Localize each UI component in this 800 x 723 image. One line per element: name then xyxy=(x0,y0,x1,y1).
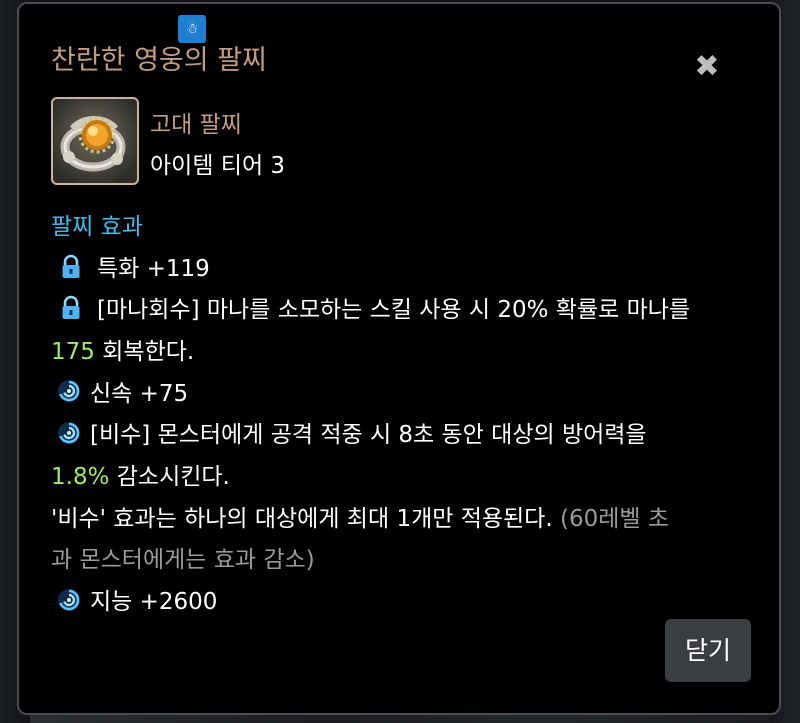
effect-line: 신속 +75 xyxy=(90,374,188,408)
item-title: 찬란한 영웅의 팔찌 xyxy=(51,45,267,76)
swirl-icon xyxy=(56,587,82,613)
effect-text: '비수' 효과는 하나의 대상에게 최대 1개만 적용된다. xyxy=(51,506,560,532)
effect-value: 175 xyxy=(51,339,95,365)
effect-text: 회복한다. xyxy=(94,339,195,365)
effect-line: 지능 +2600 xyxy=(90,582,217,616)
close-icon[interactable]: ✖ xyxy=(693,52,721,82)
effect-text: 신속 +75 xyxy=(90,381,189,407)
effect-text: [비수] 몬스터에게 공격 적중 시 8초 동안 대상의 방어력을 xyxy=(90,422,647,448)
effect-text: 지능 +2600 xyxy=(90,589,218,615)
effect-text: 감소시킨다. xyxy=(109,464,230,490)
effect-line: 과 몬스터에게는 효과 감소) xyxy=(51,540,315,574)
effect-line: 1.8% 감소시킨다. xyxy=(51,457,230,491)
effect-line: '비수' 효과는 하나의 대상에게 최대 1개만 적용된다. (60레벨 초 xyxy=(51,499,669,533)
item-tier: 아이템 티어 3 xyxy=(150,153,286,179)
lock-icon xyxy=(58,295,84,321)
effect-text: 특화 +119 xyxy=(97,256,210,282)
effect-line: [마나회수] 마나를 소모하는 스킬 사용 시 20% 확률로 마나를 xyxy=(97,290,690,324)
effects-heading: 팔찌 효과 xyxy=(51,214,143,240)
effect-text: [마나회수] 마나를 소모하는 스킬 사용 시 20% 확률로 마나를 xyxy=(97,297,691,323)
lock-icon xyxy=(58,254,84,280)
swirl-icon xyxy=(56,420,82,446)
effect-line: [비수] 몬스터에게 공격 적중 시 8초 동안 대상의 방어력을 xyxy=(90,415,647,449)
bracelet-icon xyxy=(51,97,139,185)
effect-value: 1.8% xyxy=(51,464,110,490)
close-button[interactable]: 닫기 xyxy=(665,619,751,682)
effect-line: 175 회복한다. xyxy=(51,332,194,366)
item-grade: 고대 팔찌 xyxy=(150,112,242,138)
effect-line: 특화 +119 xyxy=(97,249,210,283)
effect-note: (60레벨 초 xyxy=(559,506,669,532)
effect-note: 과 몬스터에게는 효과 감소) xyxy=(51,547,315,573)
swirl-icon xyxy=(56,378,82,404)
